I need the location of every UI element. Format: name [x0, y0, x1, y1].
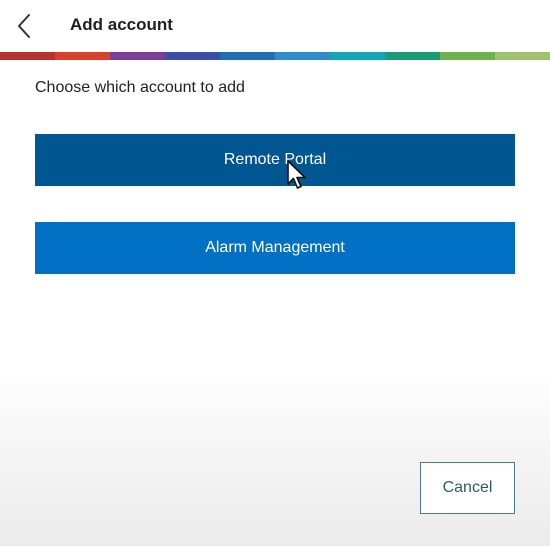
stripe-segment: [385, 52, 440, 60]
stripe-segment: [275, 52, 330, 60]
stripe-segment: [495, 52, 550, 60]
stripe-segment: [165, 52, 220, 60]
account-choice-prompt: Choose which account to add: [35, 79, 245, 96]
stripe-segment: [0, 52, 55, 60]
chevron-left-icon: [18, 14, 30, 38]
brand-color-stripe: [0, 52, 550, 60]
page-title: Add account: [70, 15, 173, 34]
stripe-segment: [440, 52, 495, 60]
alarm-management-button[interactable]: Alarm Management: [35, 222, 515, 274]
stripe-segment: [110, 52, 165, 60]
stripe-segment: [55, 52, 110, 60]
cancel-button[interactable]: Cancel: [420, 462, 515, 514]
stripe-segment: [330, 52, 385, 60]
app-header: Add account: [0, 0, 550, 52]
remote-portal-button[interactable]: Remote Portal: [35, 134, 515, 186]
back-button[interactable]: [10, 8, 42, 44]
add-account-screen: Add account Choose which account to add …: [0, 0, 550, 546]
stripe-segment: [220, 52, 275, 60]
